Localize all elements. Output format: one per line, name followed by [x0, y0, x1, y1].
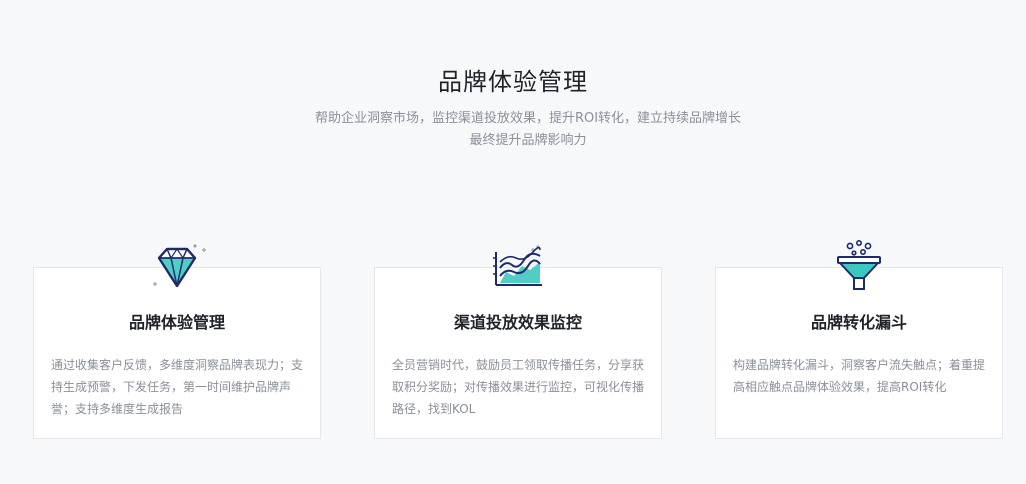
- page-subtitle: 帮助企业洞察市场，监控渠道投放效果，提升ROI转化，建立持续品牌增长 最终提升品…: [0, 108, 1026, 152]
- card-description: 全员营销时代，鼓励员工领取传播任务，分享获取积分奖励；对传播效果进行监控，可视化…: [392, 358, 645, 416]
- subtitle-line-1: 帮助企业洞察市场，监控渠道投放效果，提升ROI转化，建立持续品牌增长: [314, 111, 742, 126]
- card-title: 品牌转化漏斗: [810, 313, 907, 332]
- line-chart-icon: [486, 238, 550, 298]
- feature-card-brand-experience: 品牌体验管理 通过收集客户反馈，多维度洞察品牌表现力；支持生成预警，下发任务，第…: [33, 244, 321, 439]
- card-title: 品牌体验管理: [128, 313, 225, 332]
- feature-card-channel-monitoring: 渠道投放效果监控 全员营销时代，鼓励员工领取传播任务，分享获取积分奖励；对传播效…: [374, 245, 662, 439]
- card-title: 渠道投放效果监控: [453, 313, 582, 332]
- subtitle-line-2: 最终提升品牌影响力: [469, 133, 587, 148]
- diamond-icon: [145, 238, 209, 298]
- page-title: 品牌体验管理: [438, 68, 588, 96]
- card-description: 构建品牌转化漏斗，洞察客户流失触点；着重提高相应触点品牌体验效果，提高ROI转化: [733, 358, 986, 394]
- card-description: 通过收集客户反馈，多维度洞察品牌表现力；支持生成预警，下发任务，第一时间维护品牌…: [51, 358, 304, 416]
- funnel-icon: [827, 238, 891, 298]
- feature-card-conversion-funnel: 品牌转化漏斗 构建品牌转化漏斗，洞察客户流失触点；着重提高相应触点品牌体验效果，…: [715, 239, 1003, 439]
